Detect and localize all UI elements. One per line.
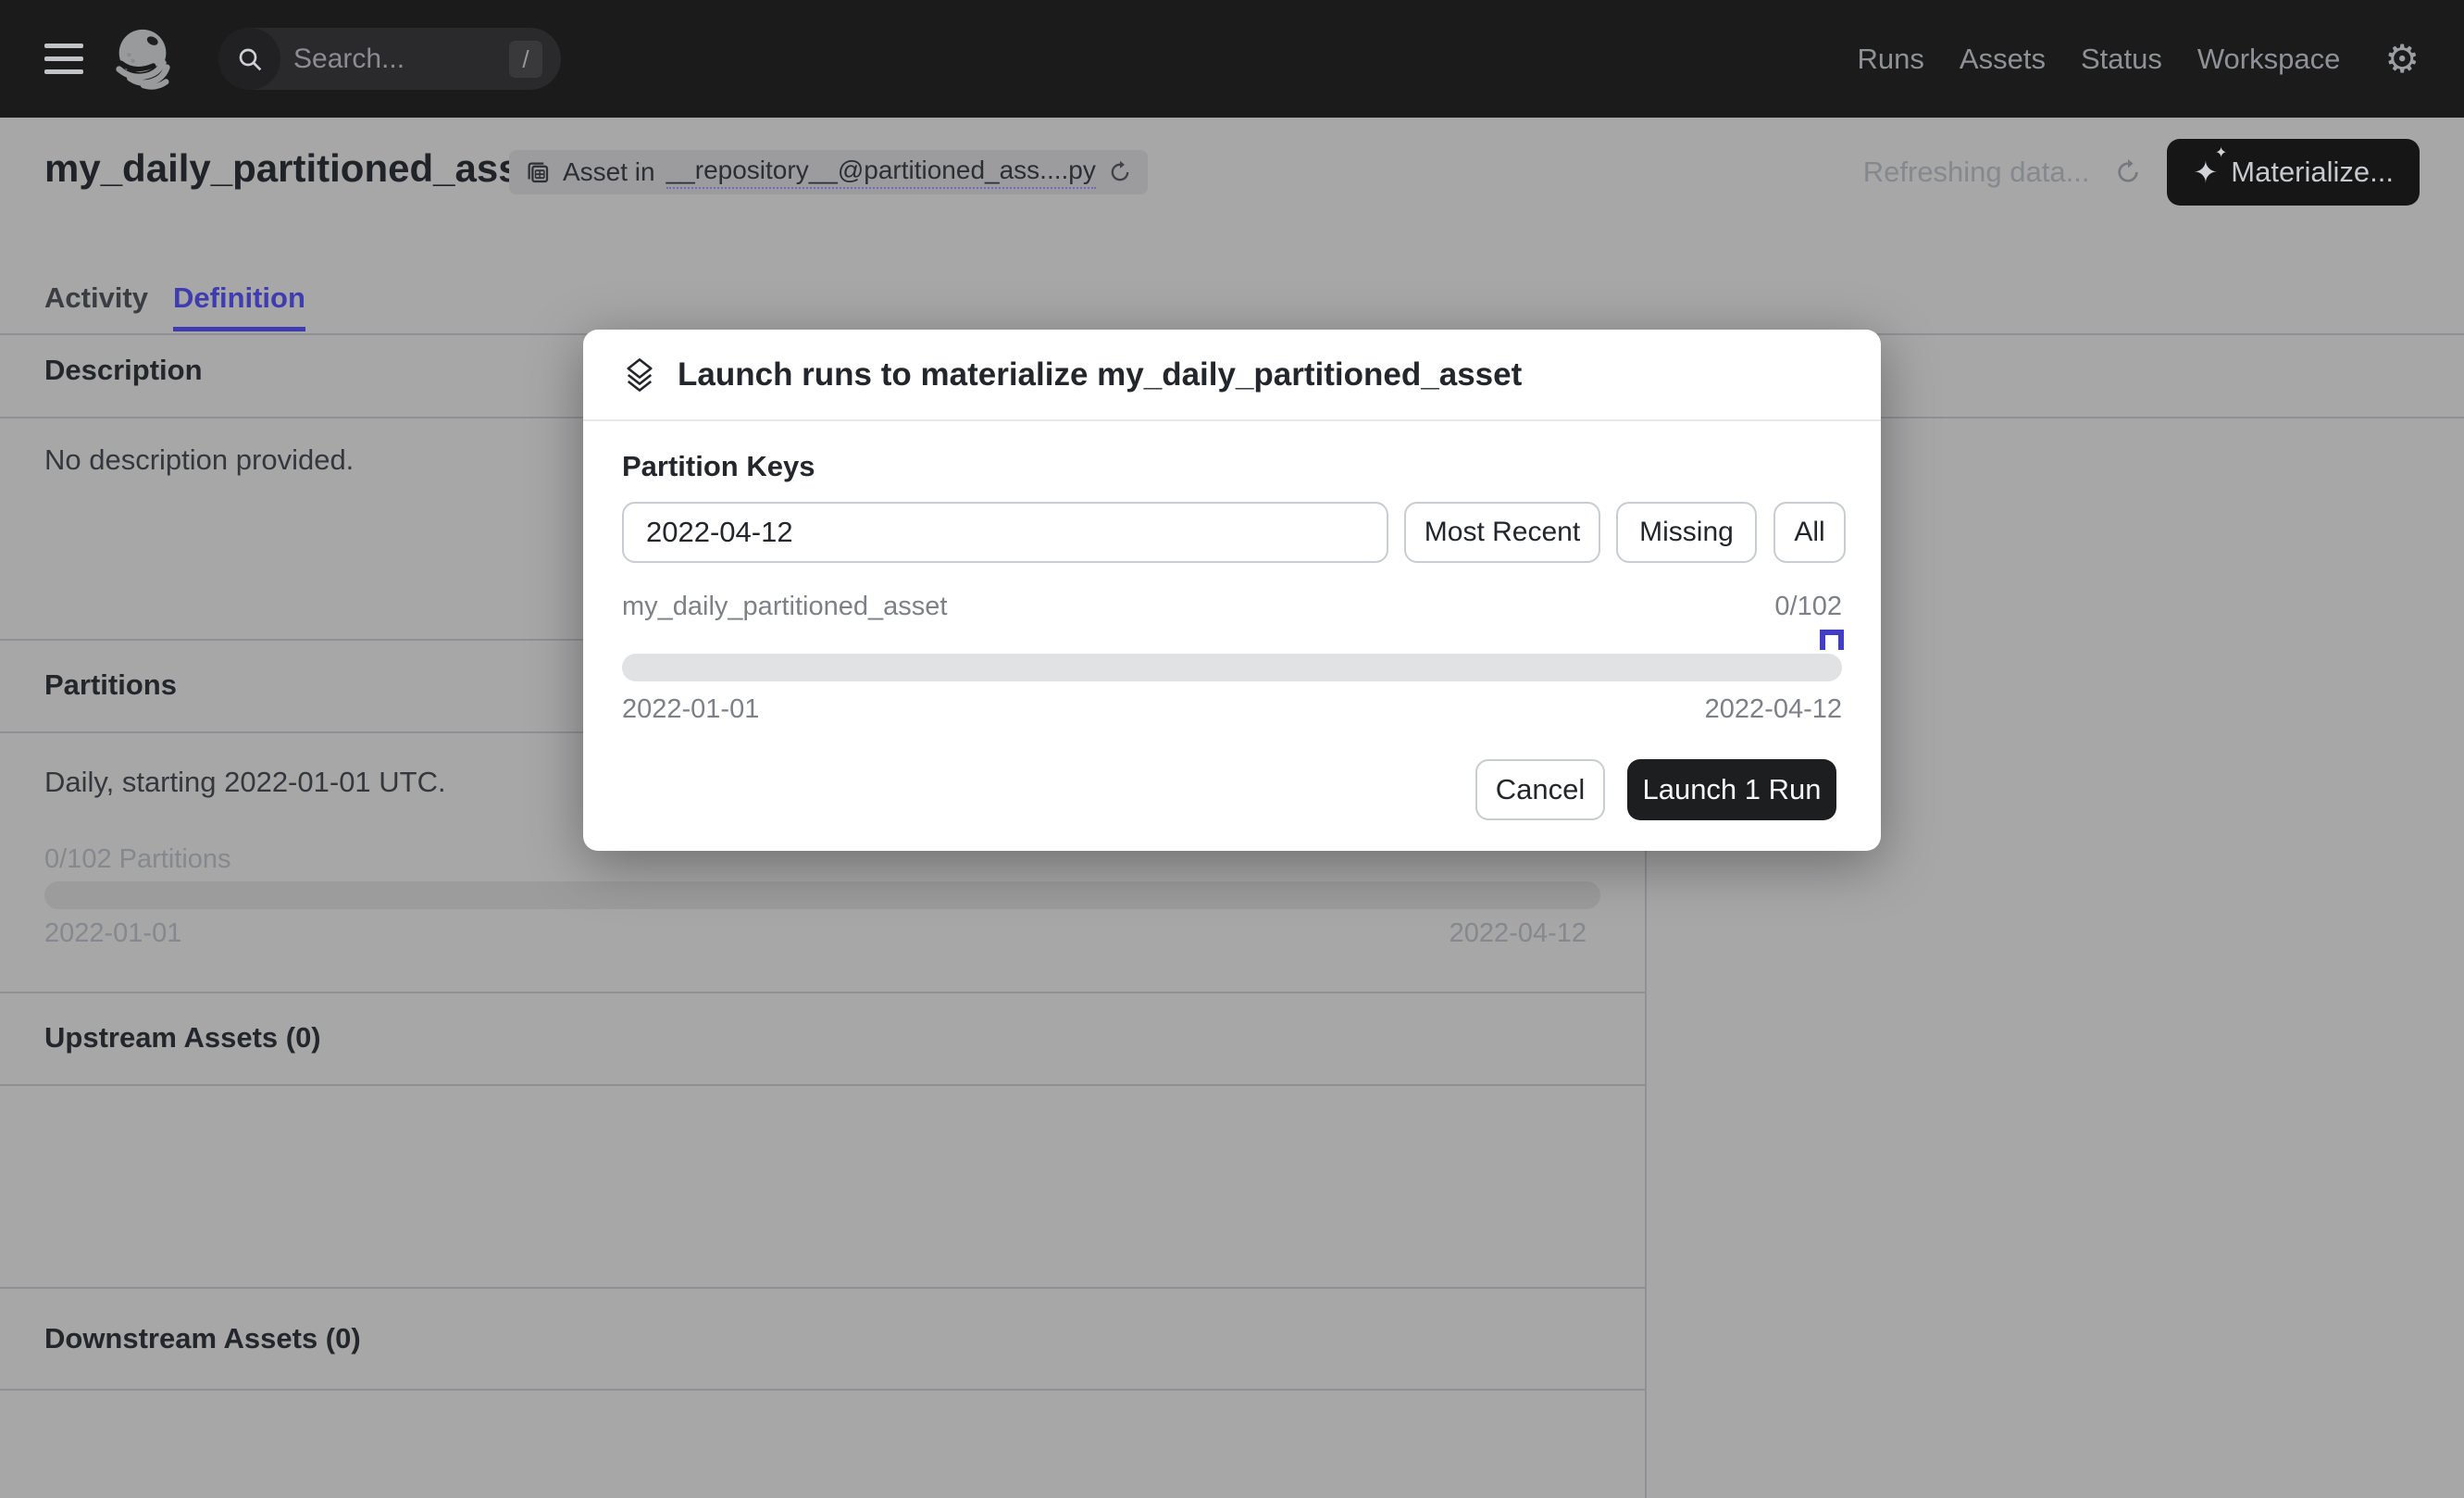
dagster-logo[interactable] <box>107 23 180 95</box>
selected-partition-marker <box>1820 630 1844 650</box>
nav-links: Runs Assets Status Workspace <box>1858 43 2341 76</box>
dialog-range-start: 2022-01-01 <box>622 694 759 725</box>
partition-range-start: 2022-01-01 <box>44 918 181 949</box>
search-icon <box>218 28 280 90</box>
reload-icon[interactable] <box>1107 159 1133 185</box>
section-divider <box>0 992 1645 993</box>
section-heading-description: Description <box>44 354 203 387</box>
refresh-spinner-icon <box>2113 157 2143 187</box>
materialize-label: Materialize... <box>2231 156 2394 189</box>
asset-layers-icon <box>620 356 659 394</box>
asset-origin-tag[interactable]: Asset in __repository__@partitioned_ass.… <box>509 150 1148 194</box>
header-actions: Refreshing data... ✦✦ Materialize... <box>1863 139 2420 206</box>
launch-partitions-dialog: Launch runs to materialize my_daily_part… <box>583 330 1881 851</box>
dialog-asset-name: my_daily_partitioned_asset <box>622 592 947 622</box>
materialize-button[interactable]: ✦✦ Materialize... <box>2167 139 2420 206</box>
partition-keys-label: Partition Keys <box>622 450 815 483</box>
partition-count-label: 0/102 Partitions <box>44 844 231 875</box>
app-root: / Runs Assets Status Workspace ⚙ my_dail… <box>0 0 2464 1498</box>
nav-link-status[interactable]: Status <box>2081 43 2162 76</box>
partition-range-end: 2022-04-12 <box>1450 918 1587 949</box>
section-divider <box>0 1389 1645 1391</box>
nav-link-workspace[interactable]: Workspace <box>2197 43 2341 76</box>
partition-schedule: Daily, starting 2022-01-01 UTC. <box>44 766 446 799</box>
asset-tag-prefix: Asset in <box>563 157 655 187</box>
section-divider <box>0 1084 1645 1086</box>
repo-grid-icon <box>524 158 552 186</box>
section-heading-partitions: Partitions <box>44 668 177 702</box>
partition-health-bar[interactable] <box>44 881 1600 909</box>
dialog-partition-count: 0/102 <box>1774 592 1842 622</box>
dialog-partition-bar[interactable] <box>622 654 1842 681</box>
missing-button[interactable]: Missing <box>1616 502 1757 563</box>
global-search: / <box>218 28 561 90</box>
tab-definition[interactable]: Definition <box>173 281 305 331</box>
dialog-asset-row: my_daily_partitioned_asset 0/102 <box>622 592 1842 622</box>
dialog-header: Launch runs to materialize my_daily_part… <box>583 330 1881 421</box>
section-divider <box>0 1287 1645 1289</box>
all-button[interactable]: All <box>1773 502 1846 563</box>
partition-keys-input[interactable] <box>622 502 1388 563</box>
slash-shortcut-badge: / <box>509 41 542 78</box>
hamburger-menu-icon[interactable] <box>44 44 83 74</box>
tab-activity[interactable]: Activity <box>44 281 148 327</box>
dialog-partition-range: 2022-01-01 2022-04-12 <box>622 694 1842 725</box>
cancel-button[interactable]: Cancel <box>1475 759 1605 820</box>
asset-tag-path: __repository__@partitioned_ass....py <box>666 156 1096 189</box>
launch-run-button[interactable]: Launch 1 Run <box>1627 759 1836 820</box>
section-heading-upstream-assets: Upstream Assets (0) <box>44 1021 321 1055</box>
search-input[interactable] <box>293 44 469 75</box>
page-title: my_daily_partitioned_asset <box>44 146 554 191</box>
settings-gear-icon[interactable]: ⚙ <box>2384 40 2420 79</box>
sparkle-icon: ✦✦ <box>2193 157 2218 187</box>
description-body: No description provided. <box>44 443 354 477</box>
refreshing-status: Refreshing data... <box>1863 156 2090 189</box>
section-heading-downstream-assets: Downstream Assets (0) <box>44 1322 361 1355</box>
dialog-range-end: 2022-04-12 <box>1705 694 1842 725</box>
most-recent-button[interactable]: Most Recent <box>1404 502 1600 563</box>
nav-link-runs[interactable]: Runs <box>1858 43 1924 76</box>
top-nav: / Runs Assets Status Workspace ⚙ <box>0 0 2464 118</box>
dialog-title: Launch runs to materialize my_daily_part… <box>678 356 1522 393</box>
nav-link-assets[interactable]: Assets <box>1960 43 2046 76</box>
